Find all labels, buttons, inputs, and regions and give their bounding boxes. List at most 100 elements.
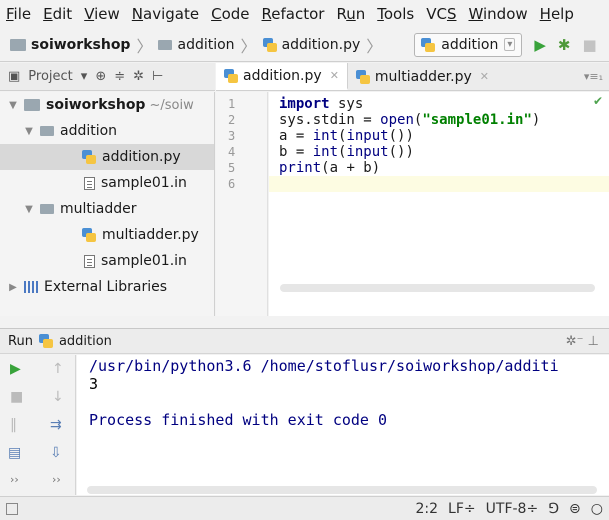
python-file-icon [224, 68, 238, 83]
tree-item-file[interactable]: addition.py [0, 144, 214, 170]
tab-list-icon[interactable]: ▾≡₁ [584, 63, 609, 90]
line-number: 2 [228, 113, 236, 127]
scroll-down-icon[interactable]: ↓ [52, 389, 64, 405]
lock-icon[interactable]: ⅁ [548, 501, 559, 517]
code-line: import sys [279, 96, 364, 112]
folder-icon [10, 38, 26, 51]
debug-button[interactable]: ✱ [558, 36, 571, 54]
python-file-icon [262, 37, 277, 52]
close-icon[interactable]: ✕ [330, 69, 339, 82]
tab-addition-py[interactable]: addition.py ✕ [216, 63, 348, 90]
pause-button[interactable]: ‖ [10, 417, 17, 433]
folder-icon [40, 126, 54, 136]
menu-refactor[interactable]: Refactor [262, 5, 325, 23]
chevron-right-icon: 〉 [366, 36, 383, 56]
expand-arrow-icon[interactable]: ▼ [22, 126, 36, 137]
tree-item-file[interactable]: multiadder.py [0, 222, 214, 248]
tool-windows-icon[interactable] [6, 502, 18, 515]
tree-item-external-libraries[interactable]: ▶ External Libraries [0, 274, 214, 300]
editor-tab-bar: addition.py ✕ multiadder.py ✕ ▾≡₁ [216, 63, 609, 91]
chevron-down-icon: ▾ [504, 38, 516, 51]
text-file-icon [84, 176, 95, 190]
tree-item-folder[interactable]: ▼ multiadder [0, 196, 214, 222]
breadcrumb-project[interactable]: soiworkshop [10, 37, 130, 53]
menu-vcs[interactable]: VCS [426, 5, 456, 23]
scroll-to-end-icon[interactable]: ⇩ [50, 445, 62, 461]
text-file-icon [84, 254, 95, 268]
stop-button[interactable]: ■ [10, 389, 23, 405]
menu-file[interactable]: File [6, 5, 31, 23]
run-configuration-select[interactable]: addition ▾ [414, 32, 523, 57]
menu-window[interactable]: Window [468, 5, 527, 23]
collapse-icon[interactable]: ≑ [114, 69, 125, 84]
line-number: 3 [228, 129, 236, 143]
run-console-output[interactable]: /usr/bin/python3.6 /home/stoflusr/soiwor… [77, 355, 609, 495]
inspection-ok-icon: ✔ [592, 94, 603, 108]
menu-run[interactable]: Run [336, 5, 365, 23]
project-view-select[interactable]: Project [28, 69, 72, 84]
python-file-icon [38, 334, 53, 348]
menu-navigate[interactable]: Navigate [132, 5, 199, 23]
expand-arrow-icon[interactable]: ▼ [22, 204, 36, 215]
more-icon[interactable]: ›› [52, 473, 61, 486]
code-line-current [269, 176, 609, 192]
chevron-down-icon[interactable]: ▾ [81, 69, 88, 84]
line-number-gutter: 1 2 3 4 5 6 [216, 92, 268, 316]
project-panel-header: ▣ Project ▾ ⊕ ≑ ✲ ⊢ [0, 63, 215, 91]
hide-panel-icon[interactable]: ⊢ [152, 69, 163, 84]
menu-tools[interactable]: Tools [377, 5, 414, 23]
tree-item-file[interactable]: sample01.in [0, 248, 214, 274]
navigation-bar: soiworkshop 〉 addition 〉 addition.py 〉 a… [0, 28, 609, 62]
menu-help[interactable]: Help [540, 5, 574, 23]
console-line: /usr/bin/python3.6 /home/stoflusr/soiwor… [89, 357, 559, 375]
console-horizontal-scrollbar[interactable] [87, 486, 597, 494]
folder-icon [158, 39, 173, 50]
folder-icon [24, 99, 40, 111]
gear-icon[interactable]: ✲ [133, 69, 144, 84]
code-line: a = int(input()) [279, 128, 414, 144]
inspector-icon[interactable]: ⊜ [569, 501, 581, 517]
menu-code[interactable]: Code [211, 5, 249, 23]
expand-arrow-icon[interactable]: ▼ [6, 100, 20, 111]
run-panel-header: Run addition ✲⁻ ⊥ [0, 328, 609, 354]
scroll-up-icon[interactable]: ↑ [52, 361, 64, 377]
project-tree: ▼ soiworkshop ~/soiw ▼ addition addition… [0, 92, 215, 316]
tab-multiadder-py[interactable]: multiadder.py ✕ [348, 63, 497, 90]
close-icon[interactable]: ✕ [480, 70, 489, 83]
line-number: 5 [228, 161, 236, 175]
breadcrumb-folder[interactable]: addition [158, 37, 235, 53]
menu-edit[interactable]: Edit [43, 5, 72, 23]
tree-item-folder[interactable]: ▼ addition [0, 118, 214, 144]
expand-arrow-icon[interactable]: ▶ [6, 282, 20, 293]
layout-icon[interactable]: ▤ [8, 445, 21, 461]
line-number: 1 [228, 97, 236, 111]
chevron-right-icon: 〉 [136, 36, 153, 56]
project-view-icon: ▣ [8, 69, 21, 84]
status-right-group: 2:2 LF÷ UTF-8÷ ⅁ ⊜ ○ [406, 501, 609, 517]
run-button[interactable]: ▶ [534, 36, 546, 54]
breadcrumb-file[interactable]: addition.py [262, 37, 360, 53]
folder-icon [40, 204, 54, 214]
sync-icon[interactable]: ⊕ [95, 69, 106, 84]
python-file-icon [82, 228, 96, 242]
python-file-icon [421, 37, 436, 52]
editor-horizontal-scrollbar[interactable] [280, 284, 595, 292]
run-toolbar: ▶ ↑ ■ ↓ ‖ ⇉ ▤ ⇩ ›› ›› [0, 355, 76, 495]
event-log-icon[interactable]: ○ [591, 501, 603, 517]
line-separator[interactable]: LF÷ [448, 501, 476, 517]
cursor-position[interactable]: 2:2 [416, 501, 439, 517]
tree-item-project-root[interactable]: ▼ soiworkshop ~/soiw [0, 92, 214, 118]
soft-wrap-icon[interactable]: ⇉ [50, 417, 62, 433]
stop-button[interactable]: ■ [582, 36, 596, 54]
file-encoding[interactable]: UTF-8÷ [486, 501, 539, 517]
rerun-button[interactable]: ▶ [10, 361, 21, 377]
more-icon[interactable]: ›› [10, 473, 19, 486]
tree-item-file[interactable]: sample01.in [0, 170, 214, 196]
console-line: Process finished with exit code 0 [89, 411, 388, 429]
menu-bar: File Edit View Navigate Code Refactor Ru… [0, 0, 609, 28]
menu-view[interactable]: View [84, 5, 120, 23]
console-line: 3 [89, 375, 99, 393]
python-file-icon [82, 150, 96, 164]
gear-icon[interactable]: ✲⁻ ⊥ [566, 334, 609, 349]
code-editor[interactable]: import sys sys.stdin = open("sample01.in… [269, 92, 609, 316]
